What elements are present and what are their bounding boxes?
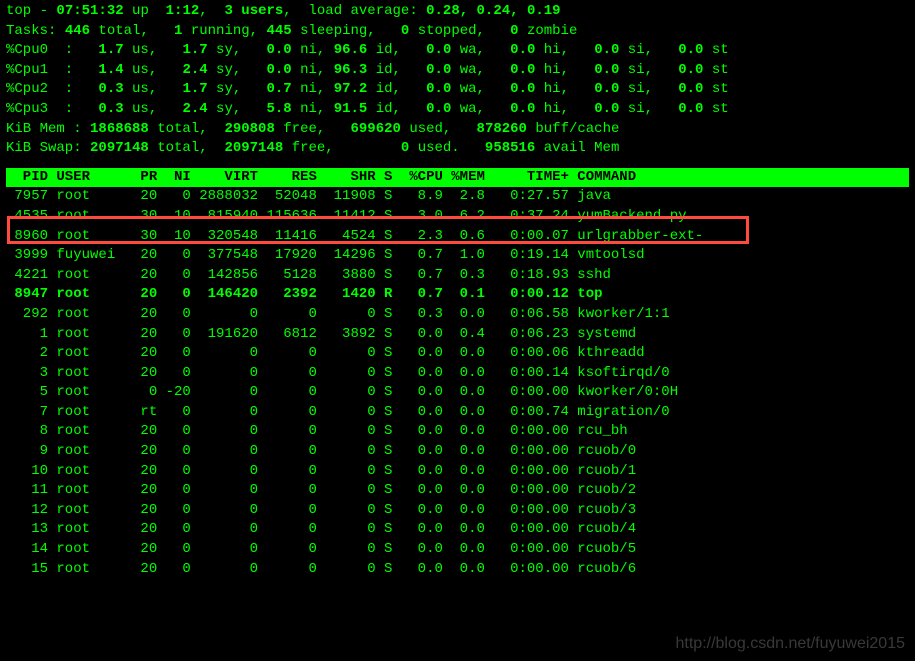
summary-cpu2-line: %Cpu2 : 0.3 us, 1.7 sy, 0.7 ni, 97.2 id,… [6,80,909,100]
table-row[interactable]: 5 root 0 -20 0 0 0 S 0.0 0.0 0:00.00 kwo… [6,383,909,403]
table-row[interactable]: 3 root 20 0 0 0 0 S 0.0 0.0 0:00.14 ksof… [6,364,909,384]
summary-cpu3-line: %Cpu3 : 0.3 us, 2.4 sy, 5.8 ni, 91.5 id,… [6,100,909,120]
table-row[interactable]: 12 root 20 0 0 0 0 S 0.0 0.0 0:00.00 rcu… [6,501,909,521]
table-row[interactable]: 4221 root 20 0 142856 5128 3880 S 0.7 0.… [6,266,909,286]
table-row[interactable]: 1 root 20 0 191620 6812 3892 S 0.0 0.4 0… [6,325,909,345]
table-row[interactable]: 13 root 20 0 0 0 0 S 0.0 0.0 0:00.00 rcu… [6,520,909,540]
table-row[interactable]: 8 root 20 0 0 0 0 S 0.0 0.0 0:00.00 rcu_… [6,422,909,442]
watermark-text: http://blog.csdn.net/fuyuwei2015 [676,633,906,655]
table-row[interactable]: 4535 root 30 10 815940 115636 11412 S 3.… [6,207,909,227]
summary-mem-line: KiB Mem : 1868688 total, 290808 free, 69… [6,120,909,140]
table-row[interactable]: 14 root 20 0 0 0 0 S 0.0 0.0 0:00.00 rcu… [6,540,909,560]
table-row[interactable]: 2 root 20 0 0 0 0 S 0.0 0.0 0:00.06 kthr… [6,344,909,364]
table-row[interactable]: 3999 fuyuwei 20 0 377548 17920 14296 S 0… [6,246,909,266]
summary-cpu1-line: %Cpu1 : 1.4 us, 2.4 sy, 0.0 ni, 96.3 id,… [6,61,909,81]
table-row[interactable]: 7957 root 20 0 2888032 52048 11908 S 8.9… [6,187,909,207]
summary-cpu0-line: %Cpu0 : 1.7 us, 1.7 sy, 0.0 ni, 96.6 id,… [6,41,909,61]
summary-tasks-line: Tasks: 446 total, 1 running, 445 sleepin… [6,22,909,42]
table-row[interactable]: 292 root 20 0 0 0 0 S 0.3 0.0 0:06.58 kw… [6,305,909,325]
table-row[interactable]: 7 root rt 0 0 0 0 S 0.0 0.0 0:00.74 migr… [6,403,909,423]
summary-uptime-line: top - 07:51:32 up 1:12, 3 users, load av… [6,2,909,22]
table-row[interactable]: 9 root 20 0 0 0 0 S 0.0 0.0 0:00.00 rcuo… [6,442,909,462]
table-row[interactable]: 10 root 20 0 0 0 0 S 0.0 0.0 0:00.00 rcu… [6,462,909,482]
table-row[interactable]: 8947 root 20 0 146420 2392 1420 R 0.7 0.… [6,285,909,305]
summary-swap-line: KiB Swap: 2097148 total, 2097148 free, 0… [6,139,909,159]
process-table-body[interactable]: 7957 root 20 0 2888032 52048 11908 S 8.9… [6,187,909,579]
table-row[interactable]: 15 root 20 0 0 0 0 S 0.0 0.0 0:00.00 rcu… [6,560,909,580]
table-row[interactable]: 8960 root 30 10 320548 11416 4524 S 2.3 … [6,227,909,247]
process-table-header[interactable]: PID USER PR NI VIRT RES SHR S %CPU %MEM … [6,168,909,188]
table-row[interactable]: 11 root 20 0 0 0 0 S 0.0 0.0 0:00.00 rcu… [6,481,909,501]
summary-cpu-lines: %Cpu0 : 1.7 us, 1.7 sy, 0.0 ni, 96.6 id,… [6,41,909,119]
